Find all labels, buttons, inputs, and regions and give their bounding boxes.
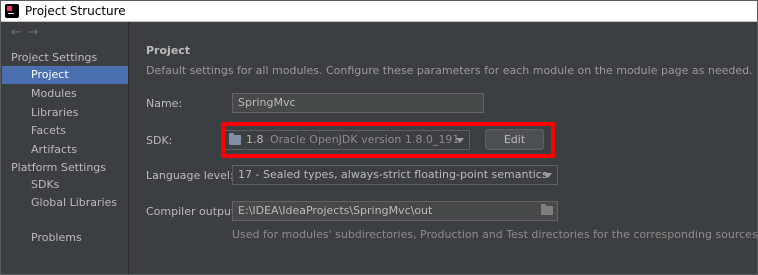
sdk-label: SDK: [146,134,173,147]
name-label: Name: [146,97,183,110]
language-level-label: Language level: [146,169,234,182]
language-level-dropdown[interactable]: 17 - Sealed types, always-strict floatin… [232,165,558,185]
sidebar-item-project[interactable]: Project [2,66,128,84]
project-name-input[interactable]: SpringMvc [232,93,484,113]
sidebar-item-facets[interactable]: Facets [2,122,128,140]
chevron-down-icon [544,173,552,178]
compiler-output-input[interactable]: E:\IDEA\IdeaProjects\SpringMvc\out [232,201,558,221]
edit-sdk-button[interactable]: Edit [485,129,544,150]
navigation-arrows: ← → [11,25,39,41]
intellij-app-icon [5,4,19,18]
platform-settings-header: Platform Settings [11,161,107,174]
sidebar: ← → Project Settings Project Modules Lib… [1,22,129,274]
compiler-output-label: Compiler output: [146,205,239,218]
sidebar-item-modules[interactable]: Modules [2,85,128,103]
arrow-right-icon[interactable]: → [28,25,39,41]
sdk-version-text: 1.8 [246,133,264,146]
compiler-output-value: E:\IDEA\IdeaProjects\SpringMvc\out [238,204,433,217]
chevron-down-icon [456,138,464,143]
title-bar: Project Structure [1,1,757,22]
arrow-left-icon[interactable]: ← [11,25,22,41]
sidebar-item-global-libraries[interactable]: Global Libraries [2,194,128,212]
language-level-value: 17 - Sealed types, always-strict floatin… [238,168,548,181]
sidebar-item-artifacts[interactable]: Artifacts [2,141,128,159]
sidebar-item-libraries[interactable]: Libraries [2,104,128,122]
project-settings-header: Project Settings [11,51,98,64]
sdk-description-text: Oracle OpenJDK version 1.8.0_191 [270,133,460,146]
project-structure-window: Project Structure ← → Project Settings P… [0,0,758,275]
jdk-folder-icon [229,133,241,145]
page-description: Default settings for all modules. Config… [146,64,753,77]
window-title: Project Structure [25,4,126,18]
sidebar-item-sdks[interactable]: SDKs [2,176,128,194]
project-settings-panel: Project Default settings for all modules… [130,22,758,274]
sdk-dropdown[interactable]: 1.8 Oracle OpenJDK version 1.8.0_191 [222,130,470,150]
browse-folder-icon[interactable] [541,204,553,215]
compiler-output-hint: Used for modules' subdirectories, Produc… [232,228,758,241]
sidebar-item-problems[interactable]: Problems [2,229,128,247]
page-title: Project [146,44,191,57]
